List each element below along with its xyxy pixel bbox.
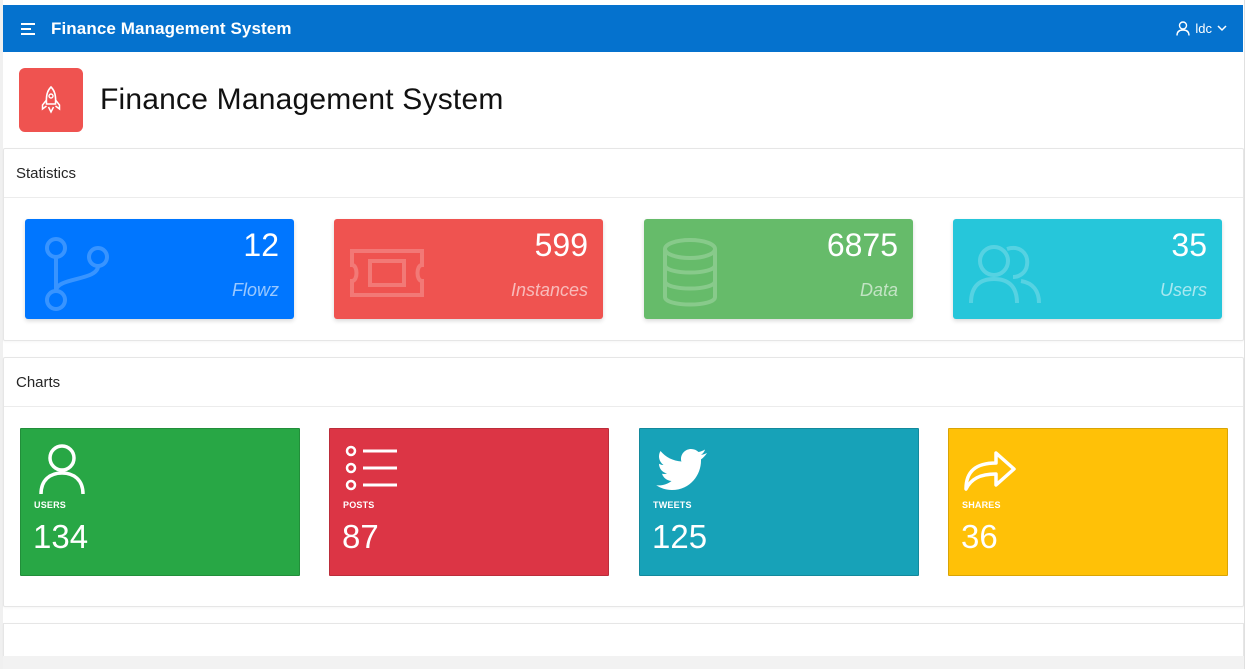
scrollbar-track[interactable] [1244,0,1248,669]
user-icon [1176,21,1191,36]
database-icon [663,238,717,307]
chart-card-value: 125 [652,518,708,555]
statistics-region-title: Statistics [4,149,1243,198]
statistics-region: Statistics 12 Flowz 599 Instances 6875 D… [3,148,1244,341]
rocket-icon [19,68,83,132]
chart-card-label: TWEETS [653,500,692,510]
chart-card-posts[interactable]: POSTS 87 [329,428,609,576]
users-icon [969,245,1041,304]
chart-card-label: POSTS [343,500,375,510]
empty-region [3,623,1244,656]
stat-card-flowz[interactable]: 12 Flowz [25,219,294,319]
user-icon [39,444,85,495]
page-title: Finance Management System [100,83,504,116]
charts-region: Charts USERS 134 POSTS 87 TWEETS 125 SHA… [3,357,1244,607]
stat-label: Flowz [231,280,279,300]
user-name: ldc [1195,21,1212,36]
charts-region-title: Charts [4,358,1243,407]
stat-label: Users [1159,280,1207,300]
stat-value: 6875 [826,227,898,263]
chart-card-value: 134 [33,518,89,555]
stat-value: 12 [243,227,279,263]
hamburger-icon [21,22,35,35]
ticket-icon [350,249,424,297]
user-menu[interactable]: ldc [1176,5,1227,52]
top-navigation-bar: Finance Management System ldc [3,5,1243,52]
stat-card-instances[interactable]: 599 Instances [334,219,603,319]
chevron-down-icon [1217,25,1227,32]
chart-card-value: 87 [342,518,379,555]
chart-card-value: 36 [961,518,998,555]
share-icon [964,451,1016,491]
stat-value: 35 [1171,227,1207,263]
chart-card-users[interactable]: USERS 134 [20,428,300,576]
stat-card-users[interactable]: 35 Users [953,219,1222,319]
twitter-icon [656,449,707,490]
chart-card-label: USERS [34,500,67,510]
page-hero: Finance Management System [3,52,1243,148]
stat-label: Instances [510,280,588,300]
chart-card-label: SHARES [962,500,1001,510]
stat-label: Data [859,280,898,300]
app-title[interactable]: Finance Management System [51,19,292,39]
stat-card-data[interactable]: 6875 Data [644,219,913,319]
stat-value: 599 [534,227,588,263]
branch-icon [45,237,109,311]
chart-card-tweets[interactable]: TWEETS 125 [639,428,919,576]
list-icon [345,445,397,491]
footer-strip [3,656,1244,669]
chart-card-shares[interactable]: SHARES 36 [948,428,1228,576]
menu-toggle-button[interactable] [9,5,49,52]
